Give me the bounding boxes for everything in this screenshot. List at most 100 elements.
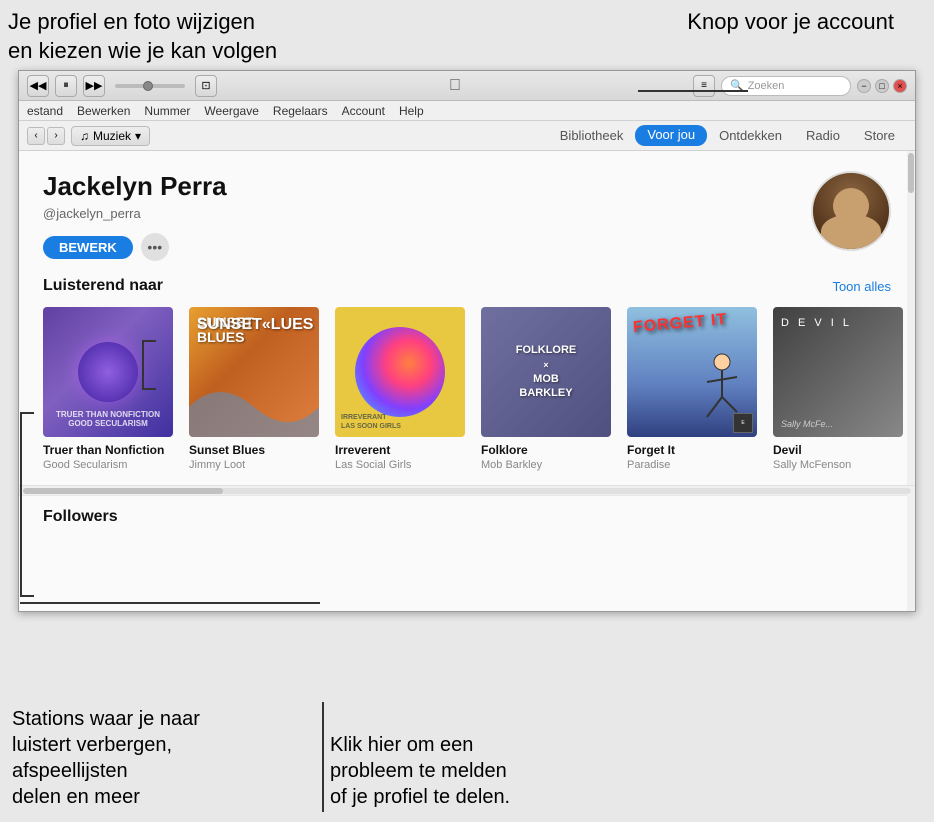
album-title: Devil — [773, 443, 903, 457]
source-selector[interactable]: ♫ Muziek ▾ — [71, 126, 150, 146]
sunset-wave — [189, 377, 319, 437]
list-view-button[interactable]: ≡ — [693, 75, 715, 97]
devil-title: D E V I L — [781, 317, 852, 329]
profile-handle: @jackelyn_perra — [43, 206, 811, 221]
menu-weergave[interactable]: Weergave — [204, 104, 258, 118]
album-title: Irreverent — [335, 443, 465, 457]
album-cover-folklore: FOLKLORE×MOBBARKLEY — [481, 307, 611, 437]
irreverent-art — [345, 317, 455, 427]
search-placeholder: Zoeken — [748, 80, 785, 92]
menu-account[interactable]: Account — [342, 104, 385, 118]
album-artist: Good Secularism — [43, 459, 173, 471]
profile-name: Jackelyn Perra — [43, 171, 811, 202]
airplay-icon: ⊡ — [201, 79, 210, 92]
rewind-button[interactable]: ◀◀ — [27, 75, 49, 97]
annotation-bottomleft-line4: delen en meer — [12, 786, 140, 808]
title-bar: ◀◀ ⏸ ▶▶ ⊡  ≡ 🔍 Zoeken − □ × — [19, 71, 915, 101]
sunset-title-text: SUNSETBLUES — [197, 315, 254, 346]
album-title: Sunset Blues — [189, 443, 319, 457]
menu-regelaars[interactable]: Regelaars — [273, 104, 328, 118]
menu-bewerken[interactable]: Bewerken — [77, 104, 130, 118]
section-title: Luisterend naar — [43, 277, 163, 295]
edit-button[interactable]: BEWERK — [43, 236, 133, 259]
annotation-topright-text: Knop voor je account — [687, 9, 894, 34]
annotation-bottomright: Klik hier om een probleem te melden of j… — [330, 732, 610, 810]
search-box[interactable]: 🔍 Zoeken — [721, 76, 851, 96]
menu-bestand[interactable]: estand — [27, 104, 63, 118]
scroll-bar-thumb[interactable] — [23, 488, 223, 494]
album-item[interactable]: FOLKLORE×MOBBARKLEY Folklore Mob Barkley — [481, 307, 611, 471]
menu-bar: estand Bewerken Nummer Weergave Regelaar… — [19, 101, 915, 121]
annotation-topleft: Je profiel en foto wijzigen en kiezen wi… — [8, 8, 308, 65]
tab-radio[interactable]: Radio — [794, 125, 852, 146]
play-pause-button[interactable]: ⏸ — [55, 75, 77, 97]
scroll-bar-area[interactable] — [19, 485, 915, 495]
album-title: Truer than Nonfiction — [43, 443, 173, 457]
window-controls: − □ × — [857, 79, 907, 93]
album-item[interactable]: FORGET IT E Forget It Paradise — [627, 307, 757, 471]
profile-section: Jackelyn Perra @jackelyn_perra BEWERK ••… — [19, 151, 915, 277]
playback-controls: ◀◀ ⏸ ▶▶ ⊡ — [27, 75, 217, 97]
annotation-topleft-line1: Je profiel en foto wijzigen — [8, 9, 255, 34]
annotation-bottomleft-line3: afspeellijsten — [12, 760, 128, 782]
annotation-topright: Knop voor je account — [687, 8, 894, 37]
bottom-divider-line — [322, 702, 324, 812]
album-artist: Las Social Girls — [335, 459, 465, 471]
nav-tabs: Bibliotheek Voor jou Ontdekken Radio Sto… — [548, 125, 907, 146]
forget-title: FORGET IT — [632, 311, 728, 337]
menu-help[interactable]: Help — [399, 104, 424, 118]
more-button[interactable]: ••• — [141, 233, 169, 261]
annotation-bottomright-line3: of je profiel te delen. — [330, 786, 510, 808]
scroll-bar-track — [23, 488, 911, 494]
forward-button[interactable]: ▶▶ — [83, 75, 105, 97]
annotation-topleft-line2: en kiezen wie je kan volgen — [8, 38, 277, 63]
devil-artist-text: Sally McFe... — [781, 419, 833, 429]
annotation-bottomleft-line2: luistert verbergen, — [12, 734, 172, 756]
album-artist: Mob Barkley — [481, 459, 611, 471]
menu-nummer[interactable]: Nummer — [144, 104, 190, 118]
tab-store[interactable]: Store — [852, 125, 907, 146]
close-button[interactable]: × — [893, 79, 907, 93]
profile-avatar — [811, 171, 891, 251]
annotation-bottomleft-line1: Stations waar je naar — [12, 708, 200, 730]
followers-title: Followers — [43, 508, 891, 526]
nav-arrows: ‹ › — [27, 127, 65, 145]
more-button-bracket — [142, 340, 156, 390]
album-cover-forget: FORGET IT E — [627, 307, 757, 437]
apple-logo:  — [449, 77, 461, 95]
album-artist: Jimmy Loot — [189, 459, 319, 471]
tab-voor-jou[interactable]: Voor jou — [635, 125, 707, 146]
annotation-bottomright-line1: Klik hier om een — [330, 734, 473, 756]
album-artist: Sally McFenson — [773, 459, 903, 471]
maximize-button[interactable]: □ — [875, 79, 889, 93]
chevron-down-icon: ▾ — [135, 129, 141, 143]
nav-back-button[interactable]: ‹ — [27, 127, 45, 145]
airplay-button[interactable]: ⊡ — [195, 75, 217, 97]
album-item[interactable]: D E V I L Sally McFe... Devil Sally McFe… — [773, 307, 903, 471]
avatar-image — [813, 173, 889, 249]
nav-forward-button[interactable]: › — [47, 127, 65, 145]
bracket-bottom-line — [20, 602, 320, 604]
album-cover-sunset: SUNSETBLUES — [189, 307, 319, 437]
left-bracket-annotation — [20, 412, 34, 597]
volume-slider-thumb[interactable] — [143, 81, 153, 91]
volume-slider[interactable] — [115, 84, 185, 88]
album-item[interactable]: SUNSETBLUES Sunset Blues Jimmy Loot — [189, 307, 319, 471]
tab-ontdekken[interactable]: Ontdekken — [707, 125, 794, 146]
album-cover-irreverent: IRREVERANTLAS SOON GIRLS — [335, 307, 465, 437]
show-all-link[interactable]: Toon alles — [832, 279, 891, 294]
title-bar-right: ≡ 🔍 Zoeken − □ × — [693, 75, 907, 97]
nav-bar: ‹ › ♫ Muziek ▾ Bibliotheek Voor jou Ontd… — [19, 121, 915, 151]
album-item[interactable]: IRREVERANTLAS SOON GIRLS Irreverent Las … — [335, 307, 465, 471]
annotation-bottomleft: Stations waar je naar luistert verbergen… — [12, 706, 302, 810]
album-cover-devil: D E V I L Sally McFe... — [773, 307, 903, 437]
album-artist: Paradise — [627, 459, 757, 471]
minimize-button[interactable]: − — [857, 79, 871, 93]
account-line — [638, 90, 748, 92]
annotation-bottomright-line2: probleem te melden — [330, 760, 507, 782]
tab-bibliotheek[interactable]: Bibliotheek — [548, 125, 636, 146]
music-note-icon: ♫ — [80, 129, 89, 143]
more-icon: ••• — [147, 239, 162, 255]
album-title: Folklore — [481, 443, 611, 457]
profile-info: Jackelyn Perra @jackelyn_perra BEWERK ••… — [43, 171, 811, 261]
